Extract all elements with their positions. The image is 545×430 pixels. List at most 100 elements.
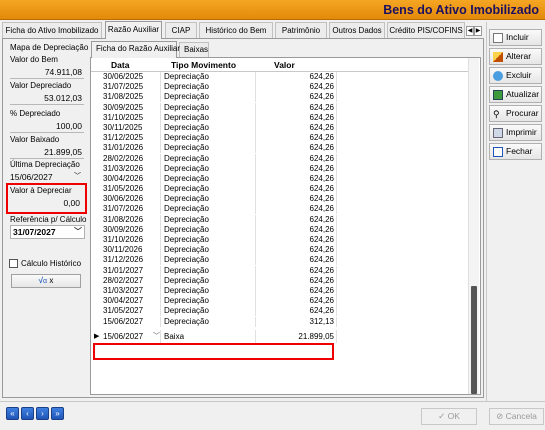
cell-valor: 624,26 — [257, 92, 337, 103]
tab-ficha-ativo[interactable]: Ficha do Ativo Imobilizado — [2, 22, 102, 38]
tab-razao-auxiliar[interactable]: Razão Auxiliar — [105, 21, 162, 39]
table-row[interactable]: 31/10/2026 Depreciação 624,26 — [91, 235, 469, 245]
grid-vertical-scrollbar[interactable] — [468, 58, 479, 394]
chevron-down-icon[interactable]: ﹀ — [74, 170, 81, 184]
fechar-button[interactable]: Fechar — [489, 143, 542, 160]
ok-button[interactable]: ✓ OK — [421, 408, 477, 425]
table-row[interactable]: 30/06/2025 Depreciação 624,26 — [91, 72, 469, 82]
imprimir-label: Imprimir — [506, 127, 537, 137]
table-row[interactable]: 31/01/2026 Depreciação 624,26 — [91, 143, 469, 154]
cell-tipo: Depreciação — [162, 82, 256, 93]
cell-tipo: Depreciação — [162, 296, 256, 307]
procurar-button[interactable]: ⚲ Procurar — [489, 105, 542, 122]
table-row[interactable]: 31/05/2027 Depreciação 624,26 — [91, 306, 469, 317]
cancel-icon: ⊘ — [496, 411, 504, 421]
last-record-icon[interactable]: » — [51, 407, 64, 420]
tab-scroll-arrows[interactable]: ◀ ▶ — [466, 24, 484, 36]
cell-valor: 624,26 — [257, 184, 337, 195]
cell-valor: 624,26 — [257, 285, 337, 296]
tab-patrimonio[interactable]: Patrimônio — [275, 22, 327, 38]
scrollbar-thumb[interactable] — [471, 286, 477, 394]
tab-credito-pis-cofins[interactable]: Crédito PIS/COFINS — [387, 22, 465, 38]
table-row[interactable]: 31/07/2026 Depreciação 624,26 — [91, 204, 469, 215]
calculadora-button[interactable]: √α x — [11, 274, 81, 288]
atualizar-button[interactable]: Atualizar — [489, 86, 542, 103]
cell-tipo: Depreciação — [162, 153, 256, 164]
tab-outros-dados[interactable]: Outros Dados — [329, 22, 385, 38]
table-row[interactable]: 31/03/2026 Depreciação 624,26 — [91, 163, 469, 174]
table-row[interactable]: 30/04/2026 Depreciação 624,26 — [91, 173, 469, 184]
table-row[interactable]: 30/04/2027 Depreciação 624,26 — [91, 296, 469, 307]
cell-data: 31/07/2025 — [103, 82, 161, 93]
table-row[interactable]: 30/06/2026 Depreciação 624,26 — [91, 194, 469, 205]
cell-tipo: Depreciação — [162, 214, 256, 225]
tab-ciap[interactable]: CIAP — [165, 22, 197, 38]
tab-historico-bem[interactable]: Histórico do Bem — [199, 22, 273, 38]
table-row[interactable]: ▶ 15/06/2027 Baixa 21.899,05 ﹀ — [91, 329, 469, 343]
tab-scroll-left-icon[interactable]: ◀ — [466, 26, 474, 36]
table-row[interactable]: 31/01/2027 Depreciação 624,26 — [91, 265, 469, 276]
cell-data: 30/11/2025 — [103, 122, 161, 133]
imprimir-button[interactable]: Imprimir — [489, 124, 542, 141]
grid-rows: 30/06/2025 Depreciação 624,26 31/07/2025 Dep… — [91, 72, 469, 343]
delete-icon — [493, 70, 503, 81]
table-row[interactable]: 15/06/2027 Depreciação 312,13 — [91, 316, 469, 327]
referencia-calculo-select[interactable]: 31/07/2027 ﹀ — [10, 225, 85, 239]
cell-valor: 624,26 — [257, 72, 337, 82]
table-row[interactable]: 31/10/2025 Depreciação 624,26 — [91, 112, 469, 123]
table-row[interactable]: 30/09/2025 Depreciação 624,26 — [91, 102, 469, 113]
referencia-calculo-label: Referência p/ Cálculo — [10, 215, 87, 224]
table-row[interactable]: 31/12/2025 Depreciação 624,26 — [91, 133, 469, 144]
table-row[interactable]: 30/11/2025 Depreciação 624,26 — [91, 122, 469, 133]
cell-valor: 21.899,05 — [257, 329, 337, 343]
main-tabstrip: Ficha do Ativo Imobilizado Razão Auxilia… — [2, 21, 484, 39]
excluir-button[interactable]: Excluir — [489, 67, 542, 84]
table-row[interactable]: 31/12/2026 Depreciação 624,26 — [91, 255, 469, 266]
cell-tipo: Depreciação — [162, 275, 256, 286]
ultima-depreciacao-text: 15/06/2027 — [10, 172, 53, 182]
mapa-depreciacao-heading: Mapa de Depreciação — [10, 43, 89, 52]
chevron-down-icon[interactable]: ﹀ — [153, 330, 160, 343]
prev-record-icon[interactable]: ‹ — [21, 407, 34, 420]
cell-data: 31/05/2027 — [103, 306, 161, 317]
cell-tipo: Depreciação — [162, 235, 256, 245]
tab-baixas[interactable]: Baixas — [179, 42, 209, 57]
valor-baixado-value: 21.899,05 — [10, 145, 84, 159]
col-header-tipo[interactable]: Tipo Movimento — [171, 60, 236, 70]
cell-data: 30/06/2026 — [103, 194, 161, 205]
pencil-icon — [493, 51, 503, 62]
table-row[interactable]: 31/03/2027 Depreciação 624,26 — [91, 285, 469, 296]
table-row[interactable]: 31/05/2026 Depreciação 624,26 — [91, 184, 469, 195]
cell-data: 31/01/2026 — [103, 143, 161, 154]
alterar-button[interactable]: Alterar — [489, 48, 542, 65]
table-row[interactable]: 28/02/2027 Depreciação 624,26 — [91, 275, 469, 286]
table-row[interactable]: 31/08/2025 Depreciação 624,26 — [91, 92, 469, 103]
table-row[interactable]: 31/08/2026 Depreciação 624,26 — [91, 214, 469, 225]
cell-data: 31/05/2026 — [103, 184, 161, 195]
first-record-icon[interactable]: « — [6, 407, 19, 420]
printer-icon — [493, 127, 503, 138]
table-row[interactable]: 30/09/2026 Depreciação 624,26 — [91, 224, 469, 235]
alterar-label: Alterar — [506, 51, 532, 61]
col-header-valor[interactable]: Valor — [274, 60, 295, 70]
cancel-button[interactable]: ⊘ Cancela — [489, 408, 544, 425]
cell-valor: 624,26 — [257, 245, 337, 256]
table-row[interactable]: 30/11/2026 Depreciação 624,26 — [91, 245, 469, 256]
cell-valor: 624,26 — [257, 214, 337, 225]
incluir-button[interactable]: Incluir — [489, 29, 542, 46]
ultima-depreciacao-value[interactable]: 15/06/2027 ﹀ — [10, 170, 84, 184]
baixa-row-highlight — [93, 343, 334, 360]
table-row[interactable]: 28/02/2026 Depreciação 624,26 — [91, 153, 469, 164]
next-record-icon[interactable]: › — [36, 407, 49, 420]
chevron-down-icon[interactable]: ﹀ — [74, 226, 82, 238]
cell-data: 15/06/2027 — [103, 316, 161, 327]
calculo-historico-checkbox[interactable] — [9, 259, 18, 268]
tab-ficha-razao-auxiliar[interactable]: Ficha do Razão Auxiliar — [91, 41, 180, 58]
tab-scroll-right-icon[interactable]: ▶ — [474, 26, 482, 36]
col-header-data[interactable]: Data — [111, 60, 129, 70]
valor-depreciado-label: Valor Depreciado — [10, 81, 72, 90]
table-row[interactable]: 31/07/2025 Depreciação 624,26 — [91, 82, 469, 93]
cell-tipo: Depreciação — [162, 265, 256, 276]
cell-tipo: Depreciação — [162, 133, 256, 144]
cell-valor: 624,26 — [257, 102, 337, 113]
